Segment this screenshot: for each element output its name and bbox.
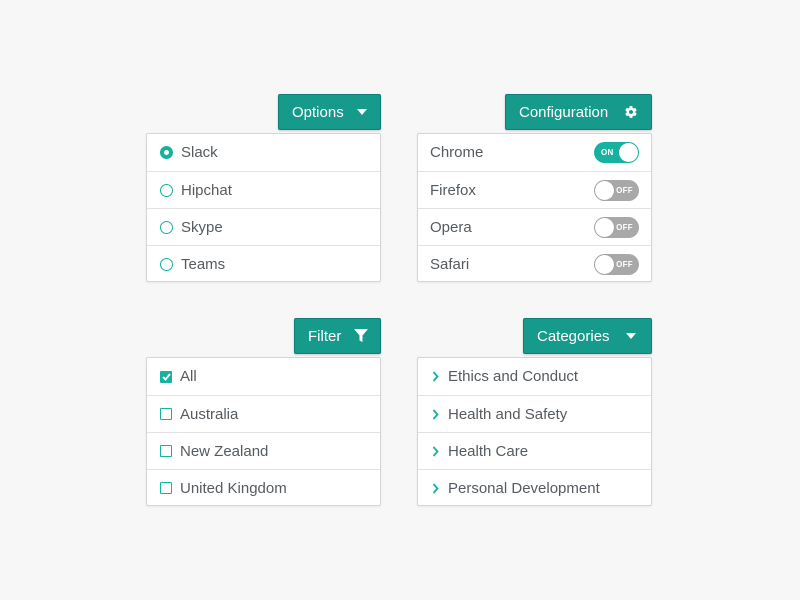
category-item-health-care[interactable]: Health Care [418,432,651,469]
config-label: Safari [430,255,470,273]
filter-label: New Zealand [180,442,269,460]
category-label: Health Care [448,442,529,460]
filter-item-australia[interactable]: Australia [147,395,380,432]
toggle-switch-on[interactable]: ON [594,142,639,163]
filter-item-united-kingdom[interactable]: United Kingdom [147,469,380,505]
radio-selected-icon[interactable] [160,146,173,159]
option-item-teams[interactable]: Teams [147,245,380,281]
category-label: Health and Safety [448,405,568,423]
chevron-right-icon [432,408,440,420]
config-item-opera: Opera OFF [418,208,651,245]
category-label: Ethics and Conduct [448,368,579,385]
checkbox-checked-icon[interactable] [160,370,172,383]
filter-item-new-zealand[interactable]: New Zealand [147,432,380,469]
option-item-slack[interactable]: Slack [147,134,380,171]
chevron-right-icon [432,371,440,383]
categories-button-label: Categories [537,327,610,345]
filter-label: Australia [180,405,239,423]
filter-list: All Australia New Zealand United Kingdom [146,357,381,506]
toggle-switch-off[interactable]: OFF [594,216,639,238]
caret-down-icon [357,104,368,120]
option-item-skype[interactable]: Skype [147,208,380,245]
filter-button[interactable]: Filter [294,318,381,354]
chevron-right-icon [432,482,440,494]
funnel-icon [354,328,369,344]
filter-label: All [180,368,197,385]
filter-label: United Kingdom [180,479,287,497]
configuration-button-label: Configuration [519,103,609,121]
radio-unselected-icon[interactable] [160,183,173,197]
toggle-state-text: OFF [616,259,633,269]
toggle-state-text: OFF [616,222,633,232]
gear-icon [623,104,639,120]
config-item-firefox: Firefox OFF [418,171,651,208]
option-label: Hipchat [181,181,232,199]
canvas: Options Slack Hipchat Skype Teams Config… [0,0,800,600]
option-label: Slack [181,144,218,161]
categories-list: Ethics and Conduct Health and Safety Hea… [417,357,652,506]
filter-item-all[interactable]: All [147,358,380,395]
config-label: Opera [430,218,472,236]
config-label: Firefox [430,181,476,199]
options-list: Slack Hipchat Skype Teams [146,133,381,282]
radio-unselected-icon[interactable] [160,257,173,271]
checkbox-unchecked-icon[interactable] [160,445,172,457]
radio-unselected-icon[interactable] [160,220,173,234]
category-item-health-and-safety[interactable]: Health and Safety [418,395,651,432]
option-item-hipchat[interactable]: Hipchat [147,171,380,208]
toggle-state-text: OFF [616,185,633,195]
category-item-ethics-and-conduct[interactable]: Ethics and Conduct [418,358,651,395]
toggle-knob [595,180,614,200]
category-item-personal-development[interactable]: Personal Development [418,469,651,505]
toggle-switch-off[interactable]: OFF [594,253,639,275]
category-label: Personal Development [448,479,600,497]
option-label: Teams [181,255,226,273]
configuration-list: Chrome ON Firefox OFF Opera OFF Safari O… [417,133,652,282]
configuration-button[interactable]: Configuration [505,94,652,130]
config-label: Chrome [430,144,484,161]
filter-button-label: Filter [308,327,342,345]
caret-down-icon [623,328,639,344]
checkbox-unchecked-icon[interactable] [160,408,172,420]
options-button-label: Options [292,103,344,121]
toggle-knob [619,143,638,162]
config-item-safari: Safari OFF [418,245,651,281]
checkbox-unchecked-icon[interactable] [160,482,172,494]
config-item-chrome: Chrome ON [418,134,651,171]
toggle-knob [595,254,614,274]
toggle-switch-off[interactable]: OFF [594,179,639,201]
toggle-knob [595,217,614,237]
categories-button[interactable]: Categories [523,318,652,354]
toggle-state-text: ON [601,148,614,157]
option-label: Skype [181,218,223,236]
options-button[interactable]: Options [278,94,381,130]
chevron-right-icon [432,445,440,457]
